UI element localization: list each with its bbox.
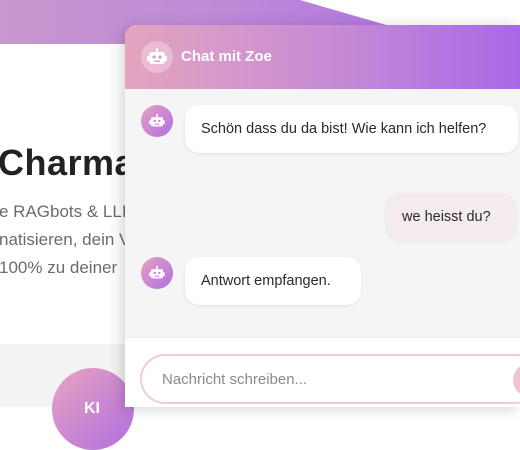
- robot-icon: [141, 105, 173, 137]
- chat-input-area: [125, 337, 520, 407]
- website-text-line: natisieren, dein V: [0, 230, 131, 249]
- user-message: we heisst du?: [386, 193, 516, 241]
- chat-widget: Chat mit Zoe Schön dass du da bist! Wie …: [125, 25, 520, 407]
- chat-header: Chat mit Zoe: [125, 25, 520, 89]
- website-text-line: e RAGbots & LLI: [0, 202, 127, 221]
- message-input[interactable]: [140, 354, 520, 404]
- website-ki-badge-label: KI: [84, 400, 100, 417]
- website-text-line: 100% zu deiner: [0, 258, 118, 277]
- robot-icon: [141, 41, 173, 73]
- chat-title: Chat mit Zoe: [181, 48, 272, 65]
- robot-icon: [141, 257, 173, 289]
- bot-message: Schön dass du da bist! Wie kann ich helf…: [185, 105, 518, 153]
- bot-message: Antwort empfangen.: [185, 257, 361, 305]
